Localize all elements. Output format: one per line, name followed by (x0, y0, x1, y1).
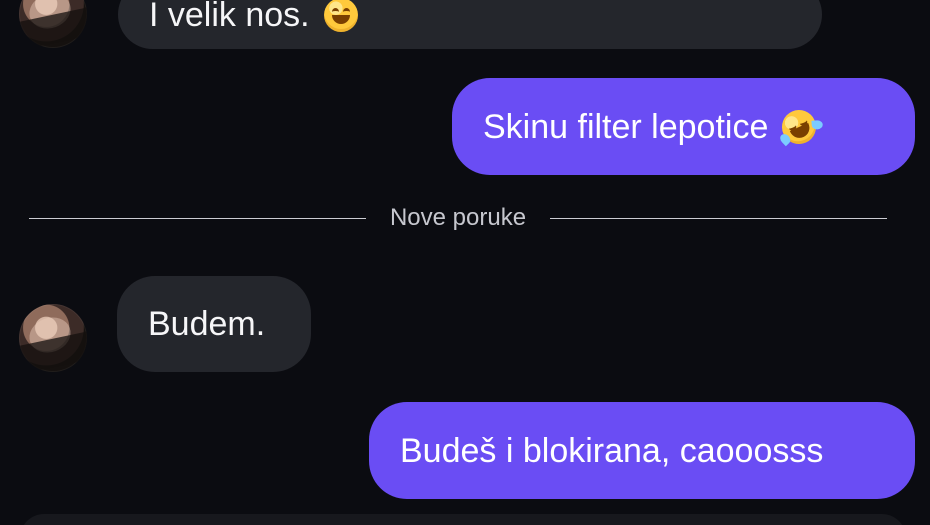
rofl-emoji-icon (776, 104, 824, 149)
outgoing-message-bubble[interactable]: Budeš i blokirana, caooosss (369, 402, 915, 499)
message-composer[interactable] (20, 514, 906, 525)
incoming-message-bubble[interactable]: Budem. (117, 276, 311, 372)
divider-line-left (29, 217, 366, 219)
new-messages-divider: Nove poruke (29, 204, 888, 231)
incoming-message-bubble[interactable]: I velik nos. (118, 0, 822, 49)
avatar[interactable] (19, 304, 87, 372)
divider-line-right (550, 217, 888, 219)
divider-label: Nove poruke (389, 204, 527, 231)
message-text: Budeš i blokirana, caooosss (400, 431, 824, 470)
emoji-mouth (331, 14, 350, 24)
message-text: Skinu filter lepotice (483, 107, 769, 146)
message-text: I velik nos. (149, 0, 310, 34)
avatar[interactable] (19, 0, 87, 48)
chat-screen: I velik nos. Skinu filter lepotice Nove … (0, 0, 930, 525)
outgoing-message-bubble[interactable]: Skinu filter lepotice (452, 78, 915, 175)
emoji-tear-right (811, 119, 824, 130)
message-text: Budem. (148, 305, 266, 343)
grinning-face-icon (323, 0, 358, 32)
